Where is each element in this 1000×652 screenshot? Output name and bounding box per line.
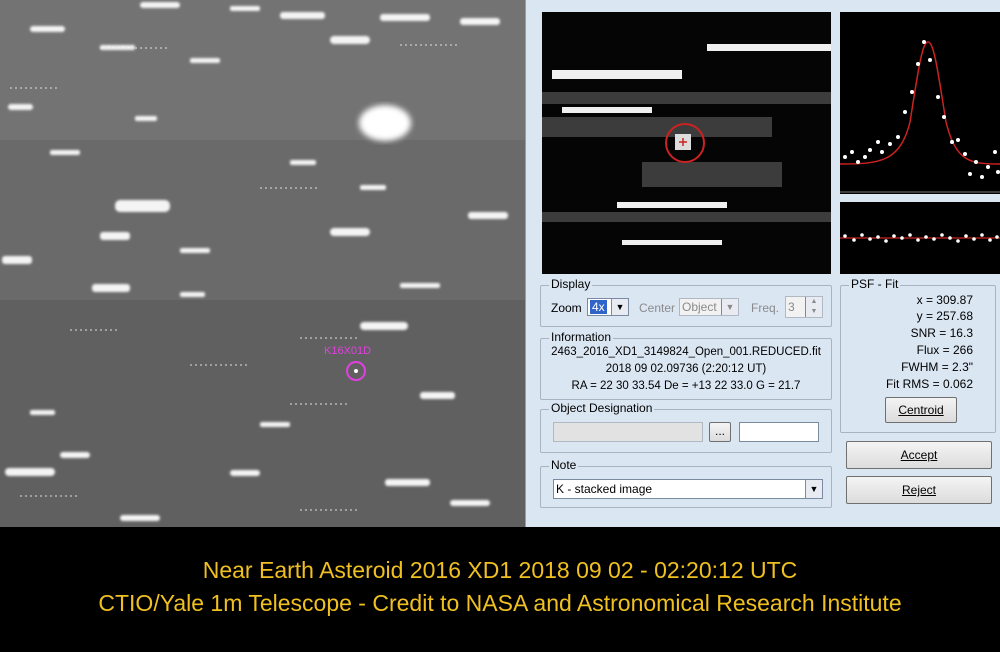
psf-residuals-plot — [840, 202, 1000, 274]
information-group-title: Information — [549, 330, 614, 344]
chevron-down-icon: ▼ — [611, 299, 628, 315]
freq-value: 3 — [788, 300, 795, 314]
zoom-label: Zoom — [551, 301, 582, 315]
reject-button[interactable]: Reject — [846, 476, 992, 504]
note-group-title: Note — [549, 458, 579, 472]
note-group: Note K - stacked image ▼ — [540, 458, 832, 508]
zoom-pixels — [542, 12, 831, 274]
psf-fit-group: PSF - Fit x = 309.87 y = 257.68 SNR = 16… — [840, 277, 996, 433]
star-trails — [0, 0, 525, 527]
info-filename: 2463_2016_XD1_3149824_Open_001.REDUCED.f… — [551, 346, 821, 358]
chevron-down-icon: ▼ — [805, 480, 822, 498]
centroid-button[interactable]: Centroid — [885, 397, 957, 423]
spin-down-icon[interactable]: ▼ — [805, 307, 822, 317]
info-coordinates: RA = 22 30 33.54 De = +13 22 33.0 G = 21… — [571, 380, 801, 392]
zoom-select[interactable]: 4x ▼ — [587, 298, 629, 316]
target-label: K16X01D — [324, 345, 372, 357]
psf-snr: SNR = 16.3 — [910, 326, 973, 340]
center-label: Center — [639, 301, 676, 315]
information-group: Information 2463_2016_XD1_3149824_Open_0… — [540, 330, 832, 400]
caption-band: Near Earth Asteroid 2016 XD1 2018 09 02 … — [0, 527, 1000, 652]
stacked-sky-image[interactable]: K16X01D — [0, 0, 525, 527]
center-select[interactable]: Object ▼ — [679, 298, 739, 316]
note-value: K - stacked image — [556, 482, 653, 496]
psf-y: y = 257.68 — [916, 309, 973, 323]
caption-line-1: Near Earth Asteroid 2016 XD1 2018 09 02 … — [202, 557, 798, 583]
display-group: Display Zoom 4x ▼ Center Object ▼ Freq. … — [540, 277, 832, 327]
residual-points — [840, 202, 1000, 274]
designation-field[interactable] — [739, 422, 819, 442]
psf-curve — [839, 12, 1000, 194]
psf-x: x = 309.87 — [916, 293, 973, 307]
psf-profile-plot — [839, 12, 1000, 194]
freq-spinner[interactable]: 3 ▲ ▼ — [785, 296, 823, 318]
psf-fit-title: PSF - Fit — [849, 277, 901, 291]
spin-up-icon[interactable]: ▲ — [805, 297, 822, 307]
designation-input[interactable] — [553, 422, 703, 442]
zoom-view[interactable] — [542, 12, 831, 274]
browse-button[interactable]: ... — [709, 422, 731, 442]
object-designation-group: Object Designation ... — [540, 401, 832, 453]
accept-button[interactable]: Accept — [846, 441, 992, 469]
object-designation-title: Object Designation — [549, 401, 655, 415]
psf-fit-rms: Fit RMS = 0.062 — [885, 377, 973, 391]
center-value: Object — [682, 300, 717, 314]
chevron-down-icon: ▼ — [721, 299, 738, 315]
info-datetime: 2018 09 02.09736 (2:20:12 UT) — [605, 363, 767, 375]
display-group-title: Display — [549, 277, 593, 291]
caption-line-2: CTIO/Yale 1m Telescope - Credit to NASA … — [98, 590, 902, 616]
psf-fwhm: FWHM = 2.3" — [901, 360, 973, 374]
psf-flux: Flux = 266 — [916, 343, 973, 357]
freq-label: Freq. — [751, 301, 780, 315]
astrometry-dialog: Display Zoom 4x ▼ Center Object ▼ Freq. … — [525, 0, 1000, 527]
zoom-value: 4x — [590, 300, 607, 314]
note-select[interactable]: K - stacked image ▼ — [553, 479, 823, 499]
